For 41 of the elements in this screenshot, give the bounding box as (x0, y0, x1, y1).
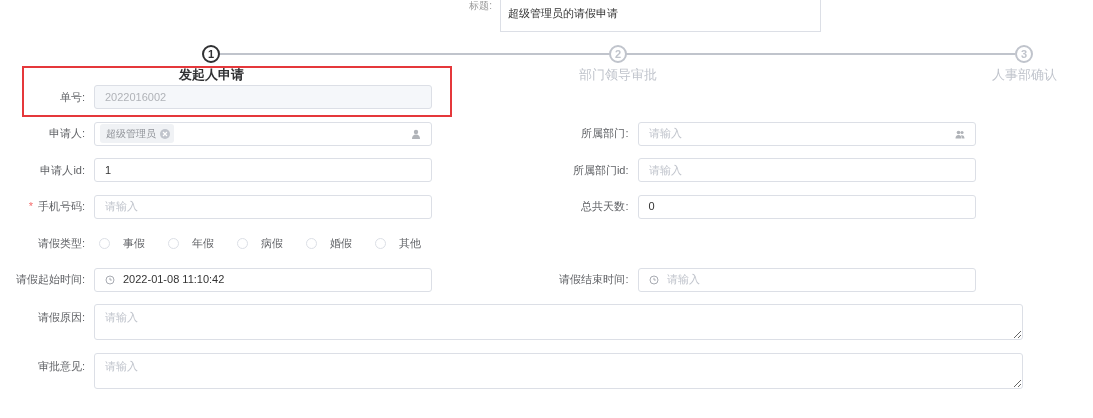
input-field[interactable]: 1 (94, 158, 432, 182)
clock-icon (105, 274, 115, 285)
user-select-field[interactable]: 超级管理员 (94, 121, 432, 146)
radio-label: 事假 (123, 235, 145, 251)
field-label: 请假结束时间: (559, 273, 629, 286)
step-label: 发起人申请 (178, 67, 244, 83)
step-number: 2 (609, 45, 627, 63)
field-label: 所属部门id: (572, 163, 629, 176)
field-label: 单号: (59, 90, 85, 103)
field-label: 标题: (468, 0, 492, 12)
radio-label: 婚假 (330, 235, 352, 251)
radio-button[interactable] (375, 237, 386, 249)
radio-button[interactable] (306, 237, 317, 249)
field-label: 申请人id: (40, 163, 85, 176)
radio-label: 病假 (261, 235, 283, 251)
field-label: 请假类型: (37, 236, 85, 249)
radio-label: 其他 (399, 235, 421, 251)
radio-button[interactable] (237, 237, 248, 249)
field-label: 申请人: (48, 127, 85, 140)
field-label: 所属部门: (581, 127, 629, 140)
field-label: 请假原因: (37, 311, 85, 323)
user-icon (411, 128, 421, 139)
field-label: 请假起始时间: (15, 273, 85, 286)
tag-remove-icon[interactable] (160, 128, 170, 139)
date-time-field[interactable]: 2022-01-08 11:10:42 (94, 267, 432, 292)
users-icon (954, 128, 965, 139)
radio-button[interactable] (168, 237, 179, 249)
tag-chip[interactable]: 超级管理员 (100, 124, 174, 143)
field-label: 总共天数: (581, 200, 629, 213)
field-label: 手机号码: (37, 200, 85, 213)
input-field[interactable]: 0 (637, 194, 976, 219)
input-field: 2022016002 (94, 85, 432, 109)
title-field[interactable]: 超级管理员的请假申请 (500, 0, 821, 32)
radio-label: 年假 (192, 235, 214, 251)
step-number: 1 (202, 45, 220, 63)
radio-button[interactable] (99, 237, 110, 249)
step-label: 人事部确认 (991, 67, 1057, 83)
required-mark: * (28, 200, 33, 213)
field-label: 审批意见: (37, 360, 85, 372)
step-number: 3 (1015, 45, 1033, 63)
clock-icon (648, 274, 659, 285)
